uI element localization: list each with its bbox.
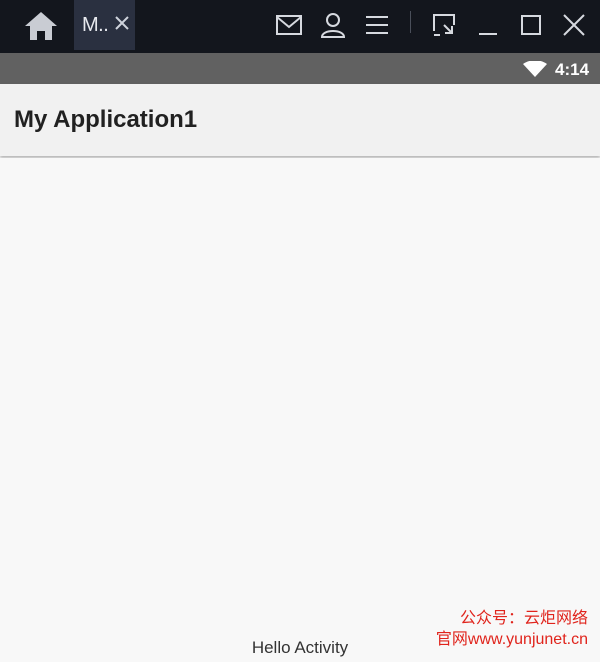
tab-label: M..	[82, 13, 109, 36]
app-title: My Application1	[14, 106, 198, 133]
screenshot-icon	[433, 14, 455, 36]
home-button[interactable]	[18, 6, 64, 46]
status-clock: 4:14	[555, 60, 590, 79]
status-bar: 4:14	[0, 53, 600, 84]
titlebar-divider	[410, 11, 411, 33]
maximize-icon	[521, 15, 541, 35]
hello-text: Hello Activity	[251, 638, 349, 657]
emulator-titlebar: M..	[0, 0, 600, 53]
mail-icon	[276, 15, 302, 35]
account-button[interactable]	[316, 8, 350, 42]
tab-close-button[interactable]	[113, 14, 131, 32]
tab-app[interactable]: M..	[74, 0, 135, 50]
menu-button[interactable]	[360, 8, 394, 42]
mail-button[interactable]	[272, 8, 306, 42]
close-icon	[115, 16, 129, 30]
minimize-icon	[479, 33, 497, 35]
wifi-icon	[523, 61, 547, 77]
close-window-button[interactable]	[557, 8, 591, 42]
maximize-button[interactable]	[514, 8, 548, 42]
screenshot-button[interactable]	[427, 8, 461, 42]
close-window-icon	[563, 14, 585, 36]
user-icon	[320, 13, 346, 38]
menu-icon	[366, 16, 388, 34]
activity-content: 公众号：云炬网络 官网www.yunjunet.cn Hello Activit…	[0, 158, 600, 662]
watermark-line-1: 公众号：云炬网络	[459, 610, 588, 627]
minimize-button[interactable]	[471, 8, 505, 42]
home-icon	[25, 12, 57, 40]
app-bar: My Application1	[0, 84, 600, 156]
